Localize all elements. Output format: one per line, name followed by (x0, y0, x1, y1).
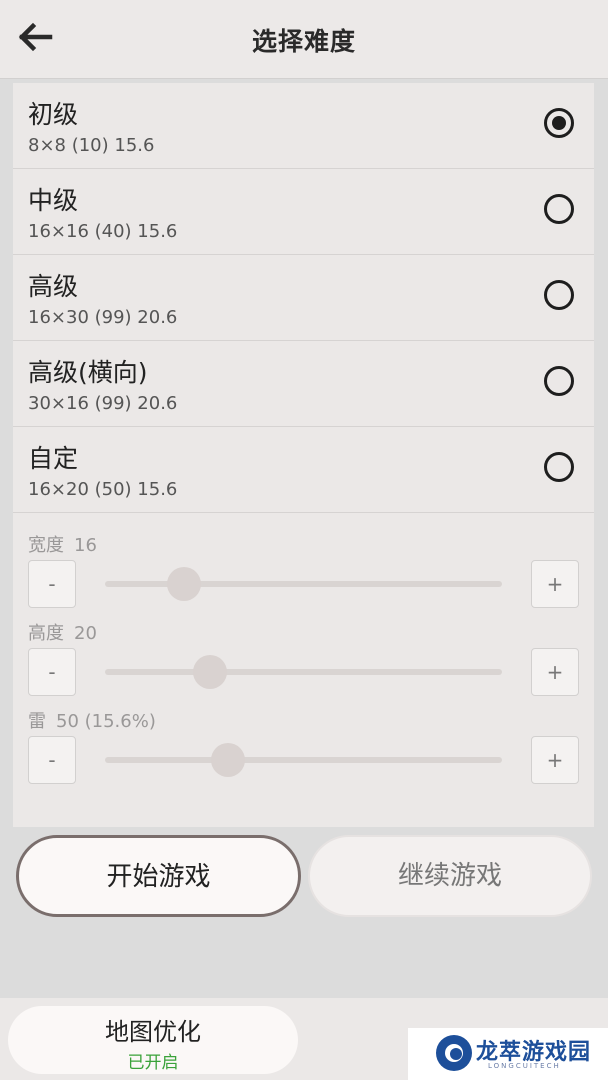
top-app-bar: 选择难度 (0, 0, 608, 79)
page-title: 选择难度 (251, 27, 356, 56)
map-optimization-button[interactable]: 地图优化 已开启 (8, 1006, 298, 1074)
option-intermediate[interactable]: 中级 16×16 (40) 15.6 (13, 169, 594, 255)
option-title: 高级(横向) (28, 358, 148, 387)
radio-dot (552, 116, 566, 130)
width-increase-button[interactable]: + (531, 560, 579, 608)
radio-button[interactable] (544, 108, 574, 138)
height-increase-button[interactable]: + (531, 648, 579, 696)
option-detail: 30×16 (99) 20.6 (28, 393, 178, 414)
mines-value: 50 (15.6%) (56, 711, 156, 732)
option-expert-landscape[interactable]: 高级(横向) 30×16 (99) 20.6 (13, 341, 594, 427)
mines-decrease-button[interactable]: - (28, 736, 76, 784)
continue-game-button[interactable]: 继续游戏 (308, 835, 592, 917)
map-optimization-title: 地图优化 (105, 1018, 201, 1046)
option-detail: 8×8 (10) 15.6 (28, 135, 155, 156)
option-beginner[interactable]: 初级 8×8 (10) 15.6 (13, 83, 594, 169)
width-slider-thumb[interactable] (167, 567, 202, 601)
difficulty-panel: 初级 8×8 (10) 15.6 中级 16×16 (40) 15.6 高级 1… (13, 83, 594, 827)
option-expert[interactable]: 高级 16×30 (99) 20.6 (13, 255, 594, 341)
height-slider-thumb[interactable] (193, 655, 228, 689)
width-slider[interactable] (105, 567, 502, 601)
height-decrease-button[interactable]: - (28, 648, 76, 696)
option-custom[interactable]: 自定 16×20 (50) 15.6 (13, 427, 594, 513)
map-optimization-status: 已开启 (127, 1053, 179, 1073)
option-detail: 16×20 (50) 15.6 (28, 479, 178, 500)
width-value: 16 (74, 535, 97, 556)
mines-slider[interactable] (105, 743, 502, 777)
mines-label: 雷 50 (15.6%) (28, 707, 156, 733)
height-label-text: 高度 (28, 623, 64, 644)
radio-button[interactable] (544, 452, 574, 482)
watermark-subtitle: LONGCUITECH (488, 1062, 561, 1070)
option-detail: 16×30 (99) 20.6 (28, 307, 178, 328)
option-title: 中级 (28, 186, 79, 215)
option-title: 自定 (28, 444, 79, 473)
option-title: 高级 (28, 272, 79, 301)
watermark-logo-icon (436, 1035, 472, 1071)
option-title: 初级 (28, 100, 79, 129)
mines-label-text: 雷 (28, 711, 46, 732)
watermark: 龙萃游戏园 LONGCUITECH (408, 1028, 608, 1080)
height-slider[interactable] (105, 655, 502, 689)
width-decrease-button[interactable]: - (28, 560, 76, 608)
radio-button[interactable] (544, 366, 574, 396)
height-value: 20 (74, 623, 97, 644)
start-game-button[interactable]: 开始游戏 (16, 835, 301, 917)
mines-slider-thumb[interactable] (211, 743, 246, 777)
width-label-text: 宽度 (28, 535, 64, 556)
mines-increase-button[interactable]: + (531, 736, 579, 784)
radio-button[interactable] (544, 280, 574, 310)
option-detail: 16×16 (40) 15.6 (28, 221, 178, 242)
radio-button[interactable] (544, 194, 574, 224)
height-label: 高度 20 (28, 619, 97, 645)
width-label: 宽度 16 (28, 531, 97, 557)
